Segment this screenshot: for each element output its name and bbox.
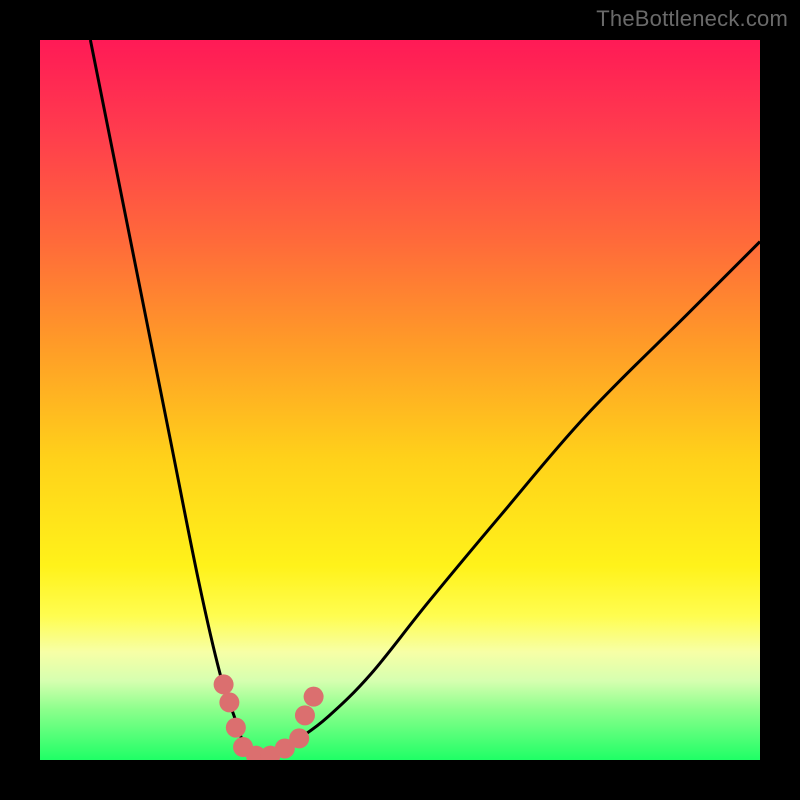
data-marker — [226, 718, 246, 738]
data-marker — [295, 705, 315, 725]
curve-left-branch — [90, 40, 263, 758]
data-marker — [214, 674, 234, 694]
curve-right-branch — [263, 242, 760, 758]
chart-svg — [40, 40, 760, 760]
plot-area — [40, 40, 760, 760]
marker-group — [214, 674, 324, 760]
data-marker — [304, 687, 324, 707]
chart-frame: TheBottleneck.com — [0, 0, 800, 800]
data-marker — [289, 728, 309, 748]
watermark-text: TheBottleneck.com — [596, 6, 788, 32]
data-marker — [219, 692, 239, 712]
